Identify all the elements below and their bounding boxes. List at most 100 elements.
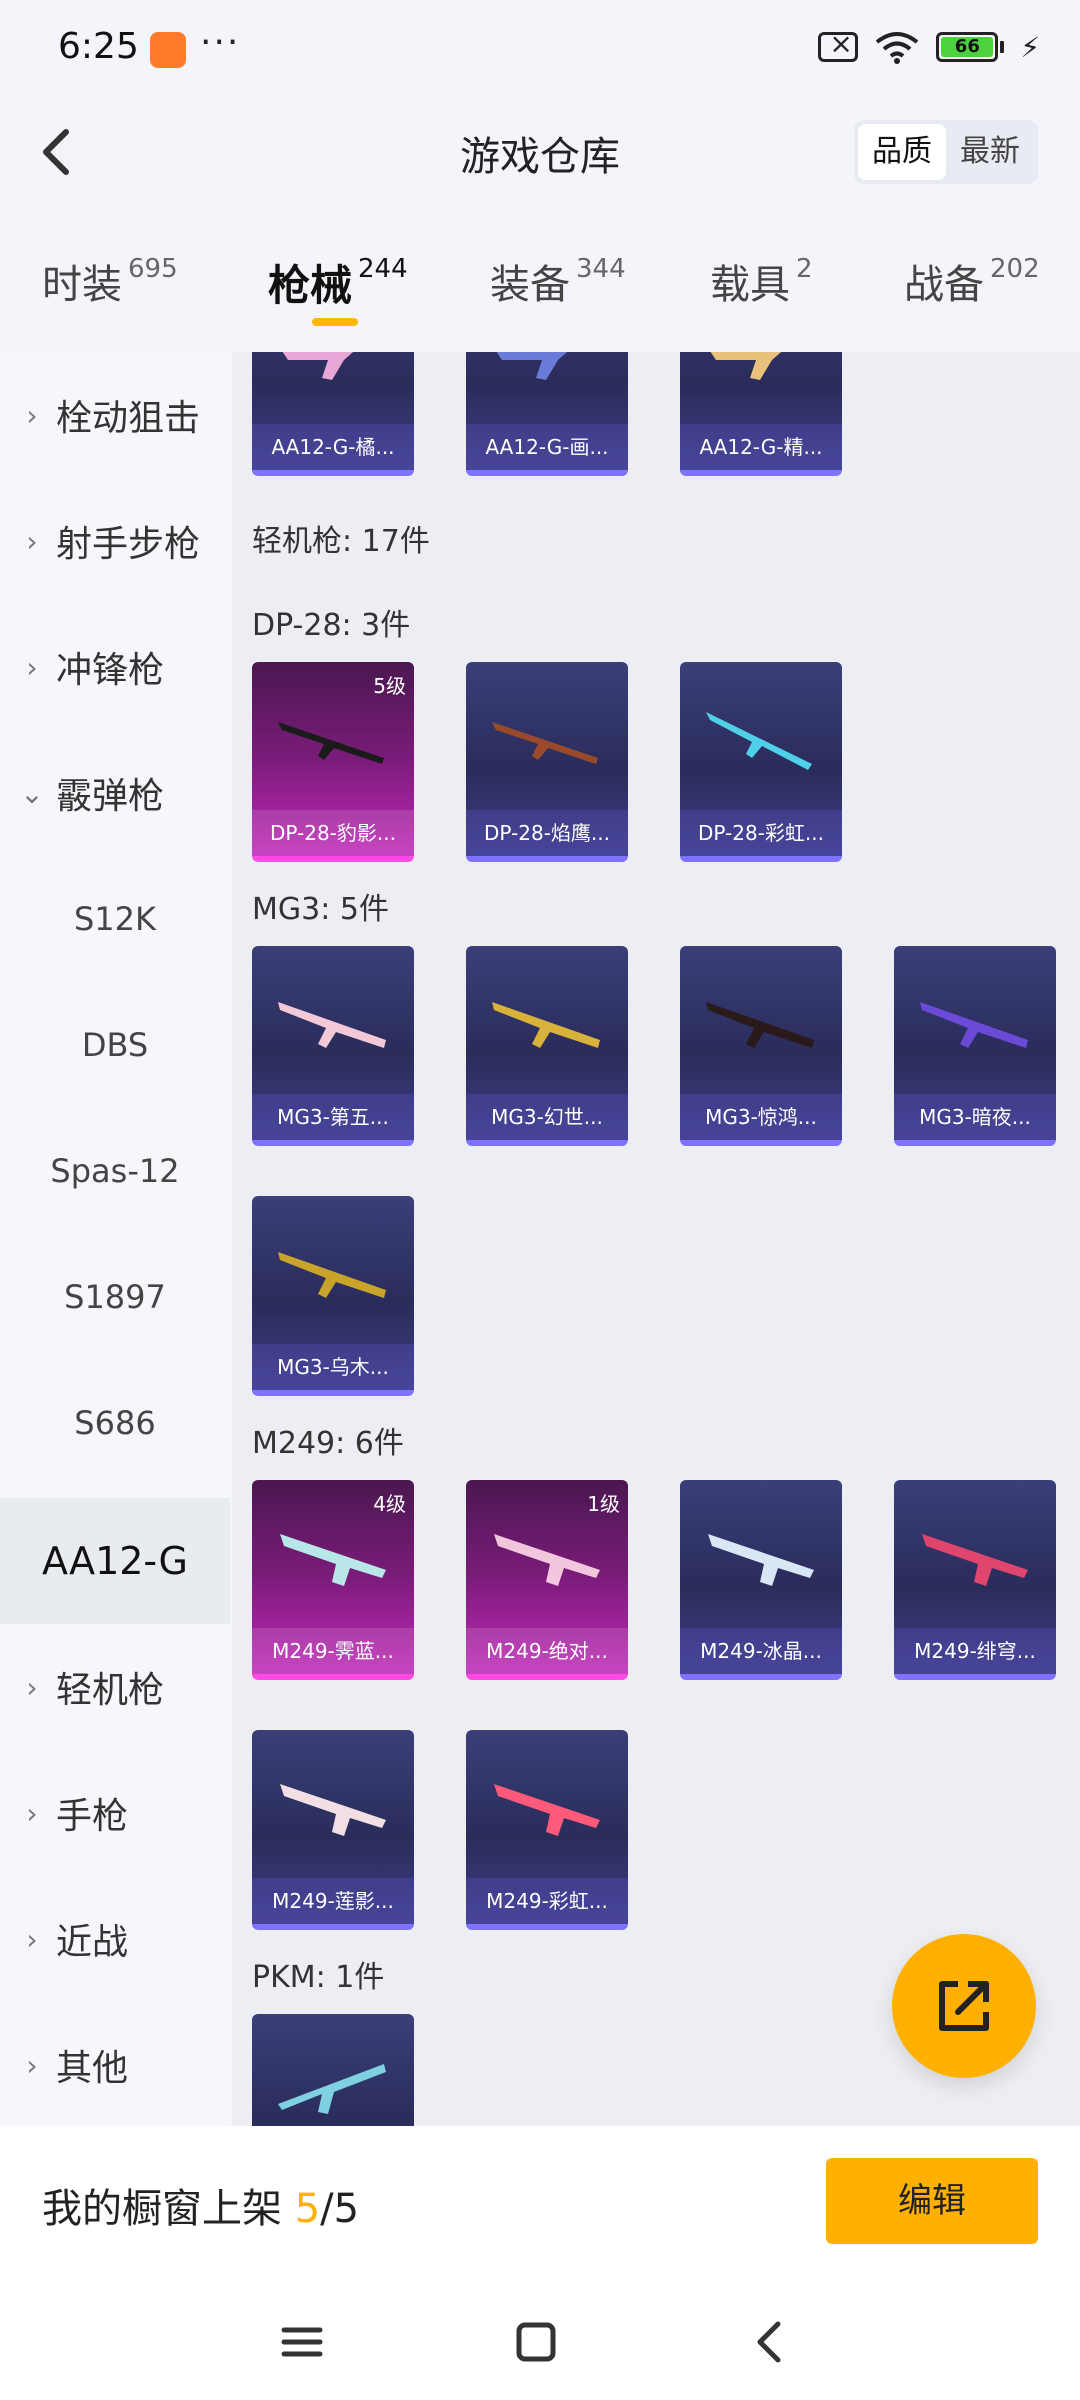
tab-count: 202 xyxy=(990,254,1040,284)
gun-skin-icon xyxy=(494,1534,600,1586)
tab-vehicles[interactable]: 载具 2 xyxy=(710,252,813,310)
item-card[interactable]: MG3-暗夜... xyxy=(894,946,1056,1146)
edit-button[interactable]: 编辑 xyxy=(826,2158,1038,2244)
tab-count: 695 xyxy=(128,254,178,284)
item-name: M249-绝对... xyxy=(466,1628,628,1674)
weapon-group-label: PKM: 1件 xyxy=(252,1960,385,1995)
sidebar-subitem-s686[interactable]: S686 xyxy=(0,1360,230,1486)
system-nav-bar xyxy=(0,2282,1080,2400)
gun-skin-icon xyxy=(280,1784,386,1836)
sidebar-item-other[interactable]: › 其他 xyxy=(0,2002,230,2128)
item-card[interactable]: M249-绯穹... xyxy=(894,1480,1056,1680)
item-name: M249-冰晶... xyxy=(680,1628,842,1674)
item-name: M249-绯穹... xyxy=(894,1628,1056,1674)
sidebar-subitem-spas12[interactable]: Spas-12 xyxy=(0,1108,230,1234)
item-card[interactable]: 5级 DP-28-豹影... xyxy=(252,662,414,862)
tab-count: 344 xyxy=(576,254,626,284)
more-notifications-icon: ··· xyxy=(200,22,241,63)
status-time: 6:25 xyxy=(58,26,139,67)
sidebar-item-marksman[interactable]: › 射手步枪 xyxy=(0,478,230,604)
sidebar-item-label: 其他 xyxy=(56,2048,129,2089)
item-card[interactable]: 4级 M249-霁蓝... xyxy=(252,1480,414,1680)
item-card[interactable]: MG3-幻世... xyxy=(466,946,628,1146)
item-card[interactable]: AA12-G-画... xyxy=(466,352,628,476)
item-card[interactable]: AA12-G-精... xyxy=(680,352,842,476)
sidebar-item-lmg[interactable]: › 轻机枪 xyxy=(0,1624,230,1750)
item-card[interactable]: AA12-G-橘... xyxy=(252,352,414,476)
item-card[interactable] xyxy=(252,2014,414,2126)
sidebar-item-label: 近战 xyxy=(56,1922,129,1963)
tab-guns[interactable]: 枪械 244 xyxy=(268,252,408,313)
share-icon xyxy=(939,1981,989,2031)
item-card[interactable]: M249-冰晶... xyxy=(680,1480,842,1680)
menu-icon[interactable] xyxy=(272,2312,332,2372)
sidebar-item-label: 轻机枪 xyxy=(56,1670,165,1711)
gun-skin-icon xyxy=(278,1252,386,1298)
item-name: DP-28-彩虹... xyxy=(680,810,842,856)
chevron-down-icon: ⌄ xyxy=(20,776,44,810)
showcase-total-count: /5 xyxy=(320,2186,360,2232)
item-name: MG3-暗夜... xyxy=(894,1094,1056,1140)
chevron-right-icon: › xyxy=(26,1796,38,1830)
item-card[interactable]: 1级 M249-绝对... xyxy=(466,1480,628,1680)
item-card[interactable]: MG3-乌木... xyxy=(252,1196,414,1396)
chevron-right-icon: › xyxy=(26,1670,38,1704)
category-tabs: 时装 695 枪械 244 装备 344 载具 2 战备 202 xyxy=(0,240,1080,340)
item-name: MG3-第五... xyxy=(252,1094,414,1140)
sidebar-item-shotgun[interactable]: ⌄ 霰弹枪 xyxy=(0,730,230,856)
category-header: 轻机枪: 17件 xyxy=(252,524,430,559)
wifi-icon xyxy=(876,32,919,64)
item-card[interactable]: MG3-惊鸿... xyxy=(680,946,842,1146)
sidebar-item-smg[interactable]: › 冲锋枪 xyxy=(0,604,230,730)
sort-switch: 品质 最新 xyxy=(854,120,1038,184)
header: 游戏仓库 品质 最新 xyxy=(0,100,1080,200)
status-bar: 6:25 ··· 66 ⚡ xyxy=(0,0,1080,100)
sidebar-subitem-s1897[interactable]: S1897 xyxy=(0,1234,230,1360)
item-card[interactable]: DP-28-彩虹... xyxy=(680,662,842,862)
back-icon[interactable] xyxy=(740,2312,800,2372)
sidebar: › 栓动狙击 › 射手步枪 › 冲锋枪 ⌄ 霰弹枪 S12K DBS Spas-12 S… xyxy=(0,352,230,2126)
item-name: MG3-乌木... xyxy=(252,1344,414,1390)
share-button[interactable] xyxy=(892,1934,1036,2078)
gun-skin-icon xyxy=(708,1534,814,1586)
home-icon[interactable] xyxy=(506,2312,566,2372)
tab-equipment[interactable]: 装备 344 xyxy=(490,252,626,310)
battery-icon: 66 xyxy=(936,32,1005,62)
weapon-group-label: DP-28: 3件 xyxy=(252,608,411,643)
sidebar-item-label: 手枪 xyxy=(56,1796,129,1837)
gun-skin-icon xyxy=(494,1784,600,1836)
item-name: M249-莲影... xyxy=(252,1878,414,1924)
sort-latest-button[interactable]: 最新 xyxy=(946,124,1034,180)
tab-label: 时装 xyxy=(42,262,122,308)
level-badge: 1级 xyxy=(587,1492,620,1516)
showcase-bar: 我的橱窗上架 5/5 编辑 xyxy=(0,2126,1080,2282)
gun-skin-icon xyxy=(492,1002,600,1048)
sidebar-item-label: 射手步枪 xyxy=(56,524,201,565)
tab-supplies[interactable]: 战备 202 xyxy=(904,252,1040,310)
level-badge: 5级 xyxy=(373,674,406,698)
sidebar-item-pistol[interactable]: › 手枪 xyxy=(0,1750,230,1876)
sidebar-item-melee[interactable]: › 近战 xyxy=(0,1876,230,2002)
chevron-right-icon: › xyxy=(26,1922,38,1956)
item-card[interactable]: M249-莲影... xyxy=(252,1730,414,1930)
tab-count: 2 xyxy=(796,254,813,284)
item-card[interactable]: DP-28-焰鹰... xyxy=(466,662,628,862)
sidebar-subitem-s12k[interactable]: S12K xyxy=(0,856,230,982)
status-icons: 66 ⚡ xyxy=(818,27,1040,64)
gun-skin-icon xyxy=(278,1002,386,1048)
sidebar-item-bolt-sniper[interactable]: › 栓动狙击 xyxy=(0,352,230,478)
tab-outfits[interactable]: 时装 695 xyxy=(42,252,178,310)
sidebar-subitem-aa12g[interactable]: AA12-G xyxy=(0,1498,230,1624)
gun-skin-icon xyxy=(920,1002,1028,1048)
showcase-status: 我的橱窗上架 5/5 xyxy=(42,2176,359,2234)
no-sim-icon xyxy=(818,27,859,62)
tab-label: 枪械 xyxy=(268,261,353,310)
active-tab-indicator xyxy=(312,318,358,326)
gun-skin-icon xyxy=(282,352,354,380)
item-card[interactable]: MG3-第五... xyxy=(252,946,414,1146)
sort-quality-button[interactable]: 品质 xyxy=(858,124,946,180)
sidebar-item-label: 栓动狙击 xyxy=(56,398,201,439)
showcase-used-count: 5 xyxy=(294,2186,321,2232)
sidebar-subitem-dbs[interactable]: DBS xyxy=(0,982,230,1108)
item-card[interactable]: M249-彩虹... xyxy=(466,1730,628,1930)
